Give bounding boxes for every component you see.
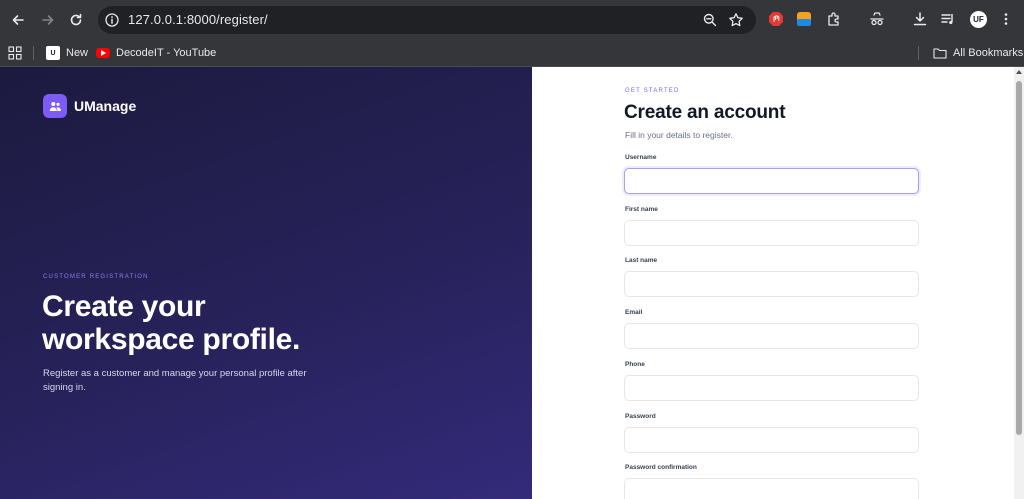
form-title: Create an account	[624, 102, 786, 123]
puzzle-icon[interactable]	[826, 11, 842, 27]
forward-arrow-icon	[42, 15, 54, 25]
media-icon[interactable]	[940, 11, 956, 27]
zoom-icon[interactable]	[702, 12, 718, 28]
all-bookmarks-button[interactable]: All Bookmarks	[933, 43, 1023, 63]
info-icon[interactable]	[104, 12, 120, 28]
page-scrollbar[interactable]	[1014, 67, 1024, 499]
phone-label: Phone	[625, 361, 645, 368]
hero-title: Create your workspace profile.	[42, 290, 482, 356]
password-input[interactable]	[624, 427, 919, 453]
hero-title-line-2: workspace profile.	[42, 323, 301, 356]
bookmarks-bar: U New DecodeIT - YouTube All Bookmarks	[0, 39, 1024, 67]
scrollbar-thumb[interactable]	[1016, 81, 1022, 435]
brand-name: UManage	[74, 98, 137, 114]
last-name-input[interactable]	[624, 271, 919, 297]
profile-avatar[interactable]: UF	[970, 11, 987, 28]
download-icon[interactable]	[912, 11, 928, 27]
reload-button[interactable]	[64, 8, 88, 32]
address-bar[interactable]: 127.0.0.1:8000/register/	[98, 6, 756, 34]
hero-eyebrow: CUSTOMER REGISTRATION	[43, 274, 149, 280]
star-icon[interactable]	[728, 12, 744, 28]
first-name-label: First name	[625, 206, 658, 213]
email-input[interactable]	[624, 323, 919, 349]
forward-button[interactable]	[36, 8, 60, 32]
password-confirmation-label: Password confirmation	[625, 464, 697, 471]
extension-adblock-icon[interactable]	[768, 11, 784, 27]
address-url[interactable]: 127.0.0.1:8000/register/	[128, 12, 268, 27]
first-name-input[interactable]	[624, 220, 919, 246]
menu-dots-icon[interactable]	[998, 11, 1014, 27]
bookmark-separator	[33, 46, 34, 60]
browser-toolbar: 127.0.0.1:8000/register/ UF	[0, 0, 1024, 39]
browser-chrome: 127.0.0.1:8000/register/ UF U New Decode…	[0, 0, 1024, 67]
hero-panel: UManage CUSTOMER REGISTRATION Create you…	[0, 67, 532, 499]
form-eyebrow: GET STARTED	[625, 88, 680, 94]
reload-icon	[70, 13, 82, 26]
apps-grid-icon	[8, 46, 22, 60]
bookmark-decodeit-youtube[interactable]: DecodeIT - YouTube	[96, 43, 216, 63]
extension-colorful-icon[interactable]	[796, 11, 812, 27]
page-viewport: UManage CUSTOMER REGISTRATION Create you…	[0, 67, 1024, 499]
form-subtitle: Fill in your details to register.	[625, 130, 733, 140]
last-name-label: Last name	[625, 257, 658, 264]
phone-input[interactable]	[624, 375, 919, 401]
bookmark-separator	[918, 46, 919, 60]
users-icon	[49, 101, 61, 111]
brand[interactable]: UManage	[43, 94, 136, 118]
bookmark-label: DecodeIT - YouTube	[116, 47, 217, 59]
back-arrow-icon	[12, 15, 24, 25]
back-button[interactable]	[6, 8, 30, 32]
incognito-icon[interactable]	[869, 11, 885, 27]
brand-badge	[43, 94, 67, 118]
scroll-up-arrow-icon[interactable]	[1016, 70, 1022, 74]
username-label: Username	[625, 154, 657, 161]
username-input[interactable]	[624, 168, 919, 194]
folder-icon	[933, 48, 947, 59]
all-bookmarks-label: All Bookmarks	[953, 47, 1024, 59]
password-confirmation-input[interactable]	[624, 478, 919, 499]
password-label: Password	[625, 413, 656, 420]
uf-favicon-icon: U	[46, 46, 60, 60]
hero-title-line-1: Create your	[42, 290, 206, 323]
register-form-panel: GET STARTED Create an account Fill in yo…	[532, 67, 1014, 499]
bookmark-label: New	[66, 47, 89, 59]
hero-subtitle: Register as a customer and manage your p…	[43, 368, 307, 393]
apps-button[interactable]	[8, 43, 22, 63]
bookmark-new[interactable]: U New	[46, 43, 88, 63]
email-label: Email	[625, 309, 643, 316]
youtube-favicon-icon	[96, 48, 110, 58]
